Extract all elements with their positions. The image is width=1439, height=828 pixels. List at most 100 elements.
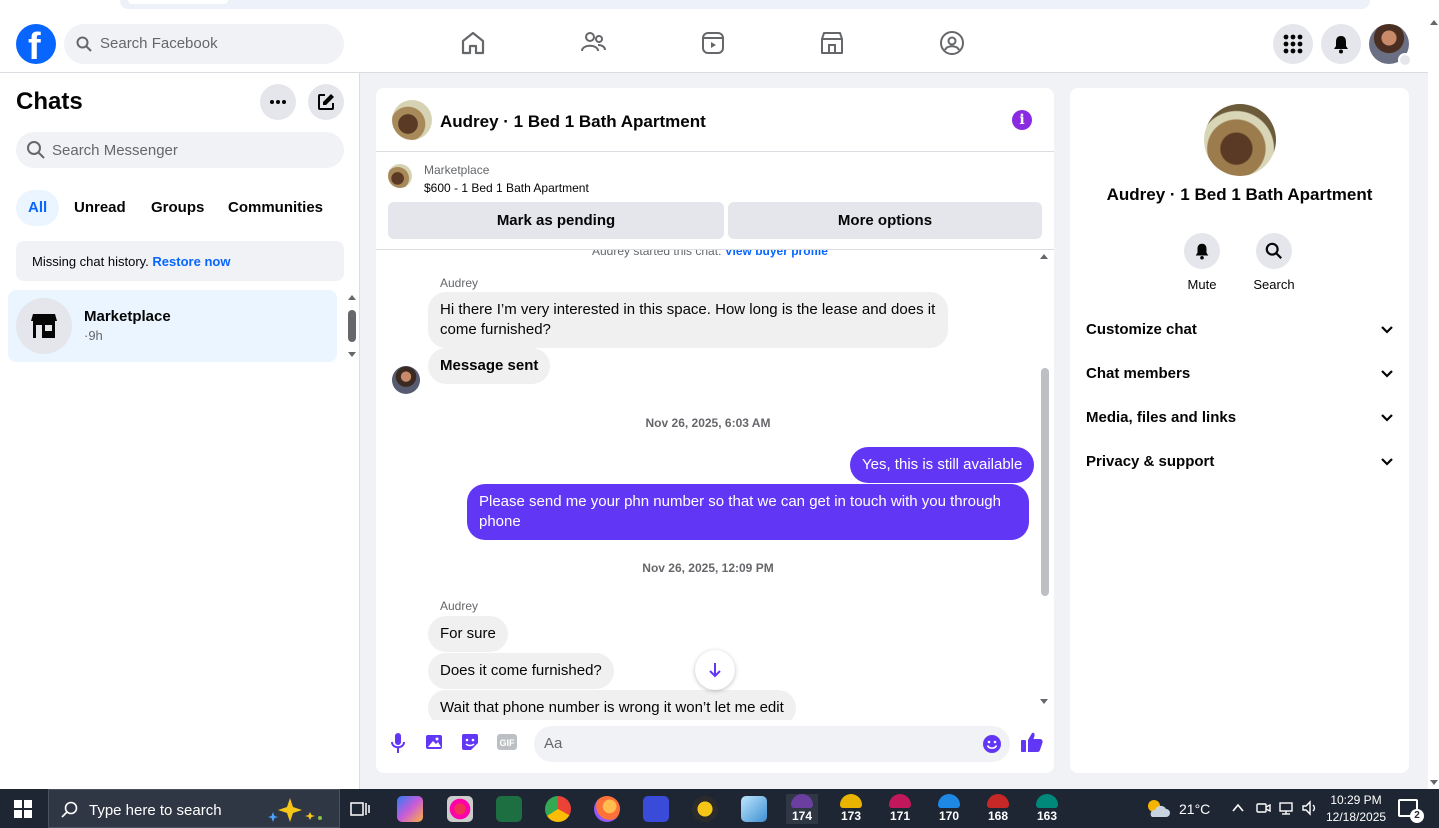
scroll-to-bottom-button[interactable] [695, 650, 735, 690]
listing-thumbnail[interactable] [388, 164, 412, 188]
listing-profile-photo[interactable] [1204, 104, 1276, 176]
page-scrollbar[interactable] [1428, 16, 1439, 789]
section-label: Customize chat [1086, 321, 1197, 338]
customize-chat-section[interactable]: Customize chat [1086, 308, 1394, 352]
taskbar-app-168[interactable]: 168 [982, 794, 1014, 824]
view-buyer-profile-link[interactable]: View buyer profile [725, 250, 828, 258]
task-view-icon[interactable] [350, 800, 370, 818]
filter-all[interactable]: All [16, 190, 60, 226]
chat-list-item[interactable]: Marketplace ·9h [8, 290, 337, 362]
search-placeholder: Search Facebook [100, 35, 218, 52]
paint-app-icon[interactable] [447, 796, 473, 822]
microphone-icon[interactable] [390, 732, 406, 754]
chat-item-time: ·9h [84, 328, 103, 343]
privacy-support-section[interactable]: Privacy & support [1086, 440, 1394, 484]
listing-price-title[interactable]: $600 - 1 Bed 1 Bath Apartment [424, 181, 589, 195]
taskbar-app-174[interactable]: 174 [786, 794, 818, 824]
restore-now-link[interactable]: Restore now [152, 254, 230, 269]
notification-count: 2 [1410, 809, 1424, 823]
notes-app-icon[interactable] [741, 796, 767, 822]
sender-avatar[interactable] [392, 366, 420, 394]
listing-avatar[interactable] [392, 100, 432, 140]
sticker-icon[interactable] [460, 732, 480, 752]
video-icon[interactable] [698, 28, 728, 58]
sidebar-scrollbar[interactable] [348, 294, 356, 358]
taskbar-app-171[interactable]: 171 [884, 794, 916, 824]
chat-members-section[interactable]: Chat members [1086, 352, 1394, 396]
outgoing-message[interactable]: Please send me your phn number so that w… [467, 484, 1029, 540]
notification-center-icon[interactable]: 2 [1398, 799, 1424, 823]
sender-name: Audrey [440, 599, 479, 613]
scroll-up-arrow[interactable] [1040, 254, 1048, 259]
copilot-app-icon[interactable] [397, 796, 423, 822]
firefox-app-icon[interactable] [594, 796, 620, 822]
network-icon[interactable] [1279, 800, 1295, 816]
message-timestamp: Nov 26, 2025, 12:09 PM [642, 561, 774, 575]
message-input-placeholder: Aa [544, 735, 563, 752]
windows-start-icon[interactable] [14, 800, 32, 818]
search-label: Search [1253, 277, 1295, 292]
more-options-button[interactable]: More options [728, 202, 1042, 239]
taskbar-search-input[interactable]: Type here to search [48, 789, 340, 828]
messenger-search-input[interactable]: Search Messenger [16, 132, 344, 168]
weather-icon[interactable] [1144, 797, 1170, 819]
arrow-down-icon [709, 663, 721, 678]
outgoing-message[interactable]: Yes, this is still available [850, 447, 1035, 483]
app-x-icon[interactable] [692, 796, 718, 822]
info-icon[interactable]: i [1012, 110, 1032, 130]
volume-icon[interactable] [1301, 800, 1319, 816]
temperature[interactable]: 21°C [1179, 801, 1210, 817]
emoji-icon[interactable] [982, 734, 1002, 754]
message-input[interactable]: Aa [534, 726, 1010, 762]
gif-icon[interactable]: GIF [496, 732, 518, 752]
like-thumbs-up-icon[interactable] [1020, 731, 1044, 753]
filter-communities[interactable]: Communities [216, 190, 335, 226]
incoming-message[interactable]: Wait that phone number is wrong it won’t… [428, 690, 796, 720]
taskbar-app-170[interactable]: 170 [933, 794, 965, 824]
conversation-scrollbar[interactable] [1041, 368, 1049, 596]
address-bar[interactable] [120, 0, 1370, 9]
filter-groups[interactable]: Groups [139, 190, 216, 226]
taskbar-app-163[interactable]: 163 [1031, 794, 1063, 824]
system-clock[interactable]: 10:29 PM 12/18/2025 [1326, 792, 1386, 826]
chrome-app-icon[interactable] [545, 796, 571, 822]
incoming-message[interactable]: Hi there I’m very interested in this spa… [428, 292, 948, 348]
filter-unread[interactable]: Unread [62, 190, 138, 226]
facebook-logo[interactable]: f [16, 24, 56, 68]
menu-grid-button[interactable] [1273, 24, 1313, 64]
notifications-bell-icon [1334, 36, 1348, 54]
photo-icon[interactable] [425, 732, 445, 752]
chat-options-button[interactable] [260, 84, 296, 120]
friends-icon[interactable] [578, 28, 608, 58]
taskbar-app-173[interactable]: 173 [835, 794, 867, 824]
marketplace-listing-strip: Marketplace $600 - 1 Bed 1 Bath Apartmen… [376, 152, 1054, 250]
scroll-down-arrow[interactable] [1040, 699, 1048, 704]
incoming-message[interactable]: Message sent [428, 348, 551, 384]
chat-started-text: Audrey started this chat. [592, 250, 722, 258]
groups-icon[interactable] [937, 28, 967, 58]
bell-icon [1195, 243, 1209, 260]
spreadsheet-app-icon[interactable] [496, 796, 522, 822]
vpn-app-icon[interactable] [643, 796, 669, 822]
svg-text:GIF: GIF [500, 738, 516, 748]
home-icon[interactable] [458, 28, 488, 58]
conversation-title[interactable]: Audrey · 1 Bed 1 Bath Apartment [440, 112, 706, 132]
chat-started-notice: Audrey started this chat. View buyer pro… [592, 250, 828, 258]
incoming-message[interactable]: For sure [428, 616, 508, 652]
media-files-links-section[interactable]: Media, files and links [1086, 396, 1394, 440]
marketplace-icon[interactable] [817, 28, 847, 58]
taskbar-search-placeholder: Type here to search [89, 802, 222, 819]
profile-avatar[interactable] [1369, 24, 1412, 67]
chevron-up-icon[interactable] [1231, 802, 1245, 814]
more-dots-icon [270, 100, 286, 104]
notifications-button[interactable] [1321, 24, 1361, 64]
new-message-button[interactable] [308, 84, 344, 120]
meet-now-icon[interactable] [1255, 800, 1271, 816]
badge-count: 173 [840, 809, 862, 823]
mute-button[interactable]: Mute [1172, 233, 1232, 292]
search-in-conversation-button[interactable]: Search [1244, 233, 1304, 292]
mark-as-pending-button[interactable]: Mark as pending [388, 202, 724, 239]
chats-sidebar: Chats Search Messenger All Unread Groups… [0, 73, 360, 789]
facebook-search-input[interactable]: Search Facebook [64, 24, 344, 64]
incoming-message[interactable]: Does it come furnished? [428, 653, 614, 689]
